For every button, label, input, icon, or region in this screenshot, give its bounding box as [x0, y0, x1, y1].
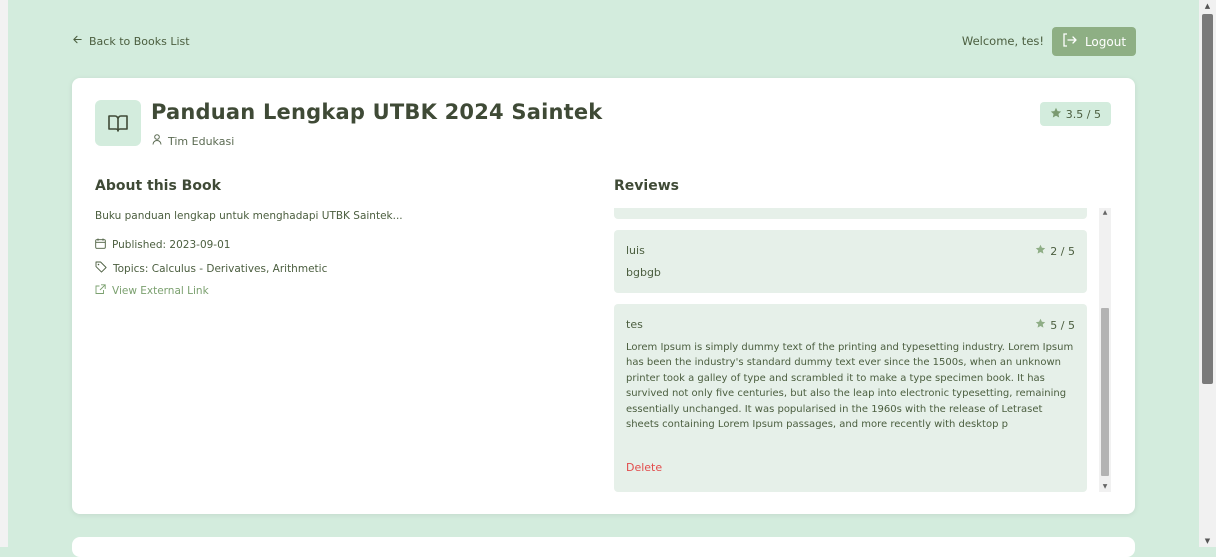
book-title: Panduan Lengkap UTBK 2024 Saintek: [151, 100, 603, 124]
reviews-scrollbar[interactable]: ▲ ▼: [1099, 208, 1111, 492]
review-rating: 2 / 5: [1035, 244, 1075, 258]
published-date: Published: 2023-09-01: [95, 238, 230, 252]
scroll-up-arrow-icon[interactable]: ▲: [1099, 208, 1111, 218]
review-rating: 5 / 5: [1035, 318, 1075, 332]
star-icon: [1035, 318, 1046, 332]
published-label: Published: 2023-09-01: [112, 239, 231, 251]
back-to-books-link[interactable]: Back to Books List: [72, 34, 190, 48]
review-card: tes 5 / 5 Lorem Ipsum is simply dummy te…: [614, 304, 1087, 492]
external-link[interactable]: View External Link: [95, 284, 209, 298]
scroll-down-arrow-icon[interactable]: ▼: [1199, 535, 1216, 547]
review-card: luis 2 / 5 bgbgb: [614, 230, 1087, 293]
scroll-up-arrow-icon[interactable]: ▲: [1199, 0, 1216, 12]
reviews-heading: Reviews: [614, 178, 679, 194]
book-open-icon: [95, 100, 141, 146]
next-card: [72, 537, 1135, 557]
review-text: bgbgb: [626, 266, 661, 279]
book-rating-badge: 3.5 / 5: [1039, 102, 1111, 126]
review-rating-value: 5 / 5: [1050, 318, 1075, 332]
about-heading: About this Book: [95, 178, 221, 194]
star-icon: [1050, 107, 1062, 122]
book-detail-card: Panduan Lengkap UTBK 2024 Saintek Tim Ed…: [72, 78, 1135, 514]
review-card: [614, 208, 1087, 219]
author-name: Tim Edukasi: [168, 134, 235, 148]
logout-label: Logout: [1084, 34, 1127, 49]
welcome-text: Welcome, tes!: [961, 34, 1044, 48]
book-topics: Topics: Calculus - Derivatives, Arithmet…: [95, 261, 327, 276]
external-link-icon: [95, 284, 106, 298]
page-scrollbar-thumb[interactable]: [1202, 14, 1213, 384]
topics-label: Topics: Calculus - Derivatives, Arithmet…: [113, 262, 328, 275]
review-rating-value: 2 / 5: [1050, 244, 1075, 258]
review-text: Lorem Ipsum is simply dummy text of the …: [626, 342, 1074, 431]
calendar-icon: [95, 238, 106, 252]
window-edge: [0, 0, 8, 547]
logout-icon: [1062, 33, 1078, 50]
reviews-list[interactable]: luis 2 / 5 bgbgb tes 5 / 5 Lorem Ipsum i…: [614, 208, 1113, 492]
book-description: Buku panduan lengkap untuk menghadapi UT…: [95, 210, 403, 222]
user-icon: [152, 134, 162, 148]
review-user: tes: [626, 318, 643, 331]
book-author: Tim Edukasi: [152, 134, 234, 148]
external-link-label: View External Link: [112, 285, 209, 297]
delete-review-button[interactable]: Delete: [626, 461, 662, 474]
scroll-down-arrow-icon[interactable]: ▼: [1099, 482, 1111, 492]
star-icon: [1035, 244, 1046, 258]
arrow-left-icon: [72, 34, 83, 48]
logout-button[interactable]: Logout: [1052, 27, 1136, 56]
back-link-label: Back to Books List: [89, 34, 190, 48]
tag-icon: [95, 261, 107, 276]
book-rating-value: 3.5 / 5: [1065, 107, 1101, 121]
reviews-scrollbar-thumb[interactable]: [1101, 308, 1109, 476]
top-bar: Back to Books List Welcome, tes! Logout: [72, 26, 1136, 58]
page-scrollbar[interactable]: ▲ ▼: [1199, 0, 1216, 547]
review-user: luis: [626, 244, 645, 257]
